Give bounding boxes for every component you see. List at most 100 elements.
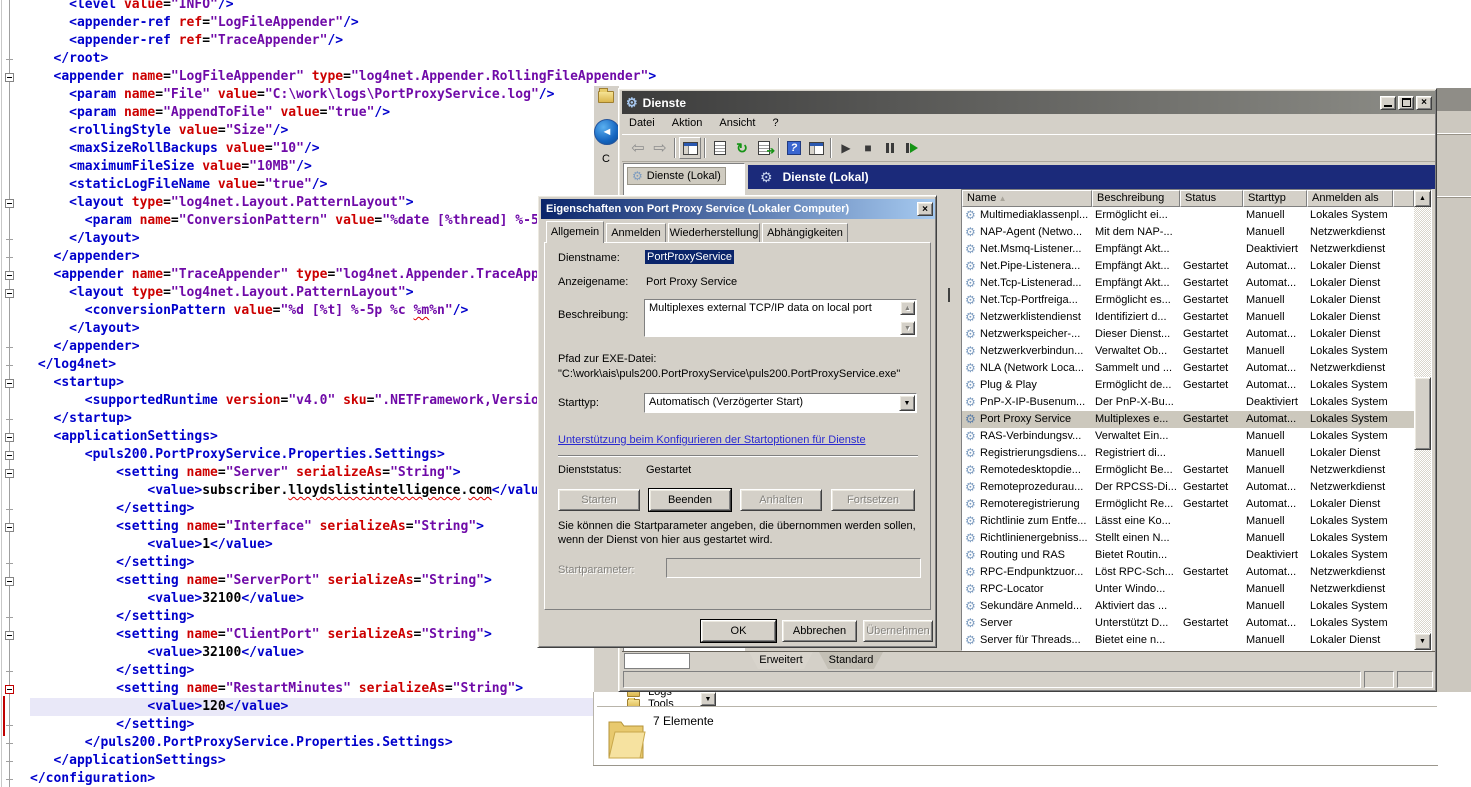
menu-datei[interactable]: Datei: [622, 114, 662, 132]
column-header-starttyp[interactable]: Starttyp: [1243, 190, 1307, 207]
service-row[interactable]: ⚙RPC-Endpunktzuor...Löst RPC-Sch...Gesta…: [962, 564, 1414, 581]
properties-icon[interactable]: [709, 137, 731, 159]
description-textbox[interactable]: Multiplexes external TCP/IP data on loca…: [644, 299, 917, 337]
tab-allgemein[interactable]: Allgemein: [546, 221, 604, 243]
service-row[interactable]: ⚙RemoteregistrierungErmöglicht Re...Gest…: [962, 496, 1414, 513]
combobox-arrow-button[interactable]: ▼: [899, 395, 915, 411]
menu-aktion[interactable]: Aktion: [665, 114, 710, 132]
start-parameter-input[interactable]: [666, 558, 921, 578]
pause-button[interactable]: Anhalten: [740, 489, 822, 511]
startup-type-combobox[interactable]: Automatisch (Verzögerter Start) ▼: [644, 393, 917, 413]
service-row[interactable]: ⚙Port Proxy ServiceMultiplexes e...Gesta…: [962, 411, 1414, 428]
service-name-value[interactable]: PortProxyService: [645, 250, 734, 264]
maximize-button[interactable]: [1398, 96, 1414, 110]
back-icon[interactable]: ⇦: [627, 137, 649, 159]
explorer-back-button[interactable]: ◄: [594, 119, 620, 145]
fold-collapse-box[interactable]: [5, 631, 14, 640]
dialog-titlebar[interactable]: Eigenschaften von Port Proxy Service (Lo…: [541, 199, 935, 219]
service-cell: Netzwerkspeicher-...: [980, 326, 1092, 343]
export-list-icon[interactable]: ➔: [753, 137, 775, 159]
fold-collapse-box[interactable]: [5, 73, 14, 82]
service-cell: Lokaler Dienst: [1310, 632, 1393, 649]
dialog-close-button[interactable]: ×: [917, 202, 933, 216]
help-icon[interactable]: ?: [783, 137, 805, 159]
service-row[interactable]: ⚙RPC-LocatorUnter Windo...ManuellNetzwer…: [962, 581, 1414, 598]
fold-tick: [6, 743, 13, 744]
service-row[interactable]: ⚙Net.Pipe-Listenera...Empfängt Akt...Ges…: [962, 258, 1414, 275]
service-row[interactable]: ⚙Plug & PlayErmöglicht de...GestartetAut…: [962, 377, 1414, 394]
service-cell: Manuell: [1246, 292, 1307, 309]
service-row[interactable]: ⚙Richtlinienergebniss...Stellt einen N..…: [962, 530, 1414, 547]
service-row[interactable]: ⚙Netzwerkverbindun...Verwaltet Ob...Gest…: [962, 343, 1414, 360]
close-button[interactable]: ×: [1416, 96, 1432, 110]
tab-anmelden[interactable]: Anmelden: [606, 223, 666, 242]
stop-button[interactable]: Beenden: [649, 489, 731, 511]
scroll-up-button[interactable]: ▲: [900, 301, 915, 315]
tab-abhaengigkeiten[interactable]: Abhängigkeiten: [762, 223, 848, 242]
fold-collapse-box[interactable]: [5, 523, 14, 532]
service-row[interactable]: ⚙Remotedesktopdie...Ermöglicht Be...Gest…: [962, 462, 1414, 479]
service-row[interactable]: ⚙NLA (Network Loca...Sammelt und ...Gest…: [962, 360, 1414, 377]
fold-collapse-box[interactable]: [5, 271, 14, 280]
stop-service-icon[interactable]: ■: [857, 137, 879, 159]
tab-wiederherstellung[interactable]: Wiederherstellung: [668, 223, 760, 242]
column-header-name[interactable]: Name ▲: [962, 190, 1092, 207]
service-row[interactable]: ⚙NetzwerklistendienstIdentifiziert d...G…: [962, 309, 1414, 326]
service-row[interactable]: ⚙Registrierungsdiens...Registriert di...…: [962, 445, 1414, 462]
service-row[interactable]: ⚙Remoteprozedurau...Der RPCSS-Di...Gesta…: [962, 479, 1414, 496]
toolbar-separator: [674, 138, 676, 158]
tab-erweitert[interactable]: Erweitert: [749, 652, 813, 669]
console-tree-icon[interactable]: [679, 137, 701, 159]
service-row[interactable]: ⚙Netzwerkspeicher-...Dieser Dienst...Ges…: [962, 326, 1414, 343]
tree-item-dienste-lokal[interactable]: ⚙ Dienste (Lokal): [627, 167, 726, 185]
services-window-titlebar[interactable]: ⚙ Dienste ×: [622, 91, 1435, 114]
vertical-scrollbar[interactable]: ▲ ▼: [1414, 190, 1431, 650]
scrollbar-thumb[interactable]: [1414, 377, 1431, 450]
service-row[interactable]: ⚙Net.Tcp-Listenerad...Empfängt Akt...Ges…: [962, 275, 1414, 292]
extended-view-icon[interactable]: [805, 137, 827, 159]
minimize-button[interactable]: [1380, 96, 1396, 110]
scroll-up-button[interactable]: ▲: [1414, 190, 1431, 207]
column-header-anmelden-als[interactable]: Anmelden als: [1307, 190, 1393, 207]
service-row[interactable]: ⚙Richtlinie zum Entfe...Lässt eine Ko...…: [962, 513, 1414, 530]
menu-ansicht[interactable]: Ansicht: [712, 114, 762, 132]
start-button[interactable]: Starten: [558, 489, 640, 511]
fold-collapse-box[interactable]: [5, 577, 14, 586]
scroll-down-button[interactable]: ▼: [1414, 633, 1431, 650]
fold-collapse-box[interactable]: [5, 469, 14, 478]
fold-collapse-box[interactable]: [5, 433, 14, 442]
properties-dialog: Eigenschaften von Port Proxy Service (Lo…: [537, 195, 937, 648]
service-row[interactable]: ⚙ServerUnterstützt D...GestartetAutomat.…: [962, 615, 1414, 632]
cancel-button[interactable]: Abbrechen: [782, 620, 857, 642]
fold-collapse-box[interactable]: [5, 199, 14, 208]
service-row[interactable]: ⚙Multimediaklassenpl...Ermöglicht ei...M…: [962, 207, 1414, 224]
scroll-down-button[interactable]: ▼: [900, 321, 915, 335]
service-row[interactable]: ⚙NAP-Agent (Netwo...Mit dem NAP-...Manue…: [962, 224, 1414, 241]
service-row[interactable]: ⚙Net.Msmq-Listener...Empfängt Akt...Deak…: [962, 241, 1414, 258]
start-service-icon[interactable]: ▶: [835, 137, 857, 159]
fold-collapse-box-red[interactable]: [5, 685, 14, 694]
ok-button[interactable]: OK: [701, 620, 776, 642]
tab-standard[interactable]: Standard: [819, 652, 883, 669]
explorer-folder-item[interactable]: Tools: [627, 698, 674, 706]
resume-button[interactable]: Fortsetzen: [831, 489, 915, 511]
service-row[interactable]: ⚙Net.Tcp-Portfreiga...Ermöglicht es...Ge…: [962, 292, 1414, 309]
service-row[interactable]: ⚙Server für Threads...Bietet eine n...Ma…: [962, 632, 1414, 649]
column-header-status[interactable]: Status: [1180, 190, 1243, 207]
fold-collapse-box[interactable]: [5, 379, 14, 388]
service-row[interactable]: ⚙Sekundäre Anmeld...Aktiviert das ...Man…: [962, 598, 1414, 615]
service-row[interactable]: ⚙PnP-X-IP-Busenum...Der PnP-X-Bu...Deakt…: [962, 394, 1414, 411]
fold-collapse-box[interactable]: [5, 289, 14, 298]
restart-service-icon[interactable]: [901, 137, 923, 159]
pause-service-icon[interactable]: [879, 137, 901, 159]
column-header-beschreibung[interactable]: Beschreibung: [1092, 190, 1180, 207]
menu-help[interactable]: ?: [766, 114, 786, 132]
refresh-icon[interactable]: ↻: [731, 137, 753, 159]
dropdown-arrow-button[interactable]: ▼: [700, 692, 716, 706]
startup-options-help-link[interactable]: Unterstützung beim Konfigurieren der Sta…: [558, 434, 866, 446]
service-row[interactable]: ⚙Routing und RASBietet Routin...Deaktivi…: [962, 547, 1414, 564]
forward-icon[interactable]: ⇨: [649, 137, 671, 159]
apply-button[interactable]: Übernehmen: [863, 620, 933, 642]
service-row[interactable]: ⚙RAS-Verbindungsv...Verwaltet Ein...Manu…: [962, 428, 1414, 445]
fold-collapse-box[interactable]: [5, 451, 14, 460]
